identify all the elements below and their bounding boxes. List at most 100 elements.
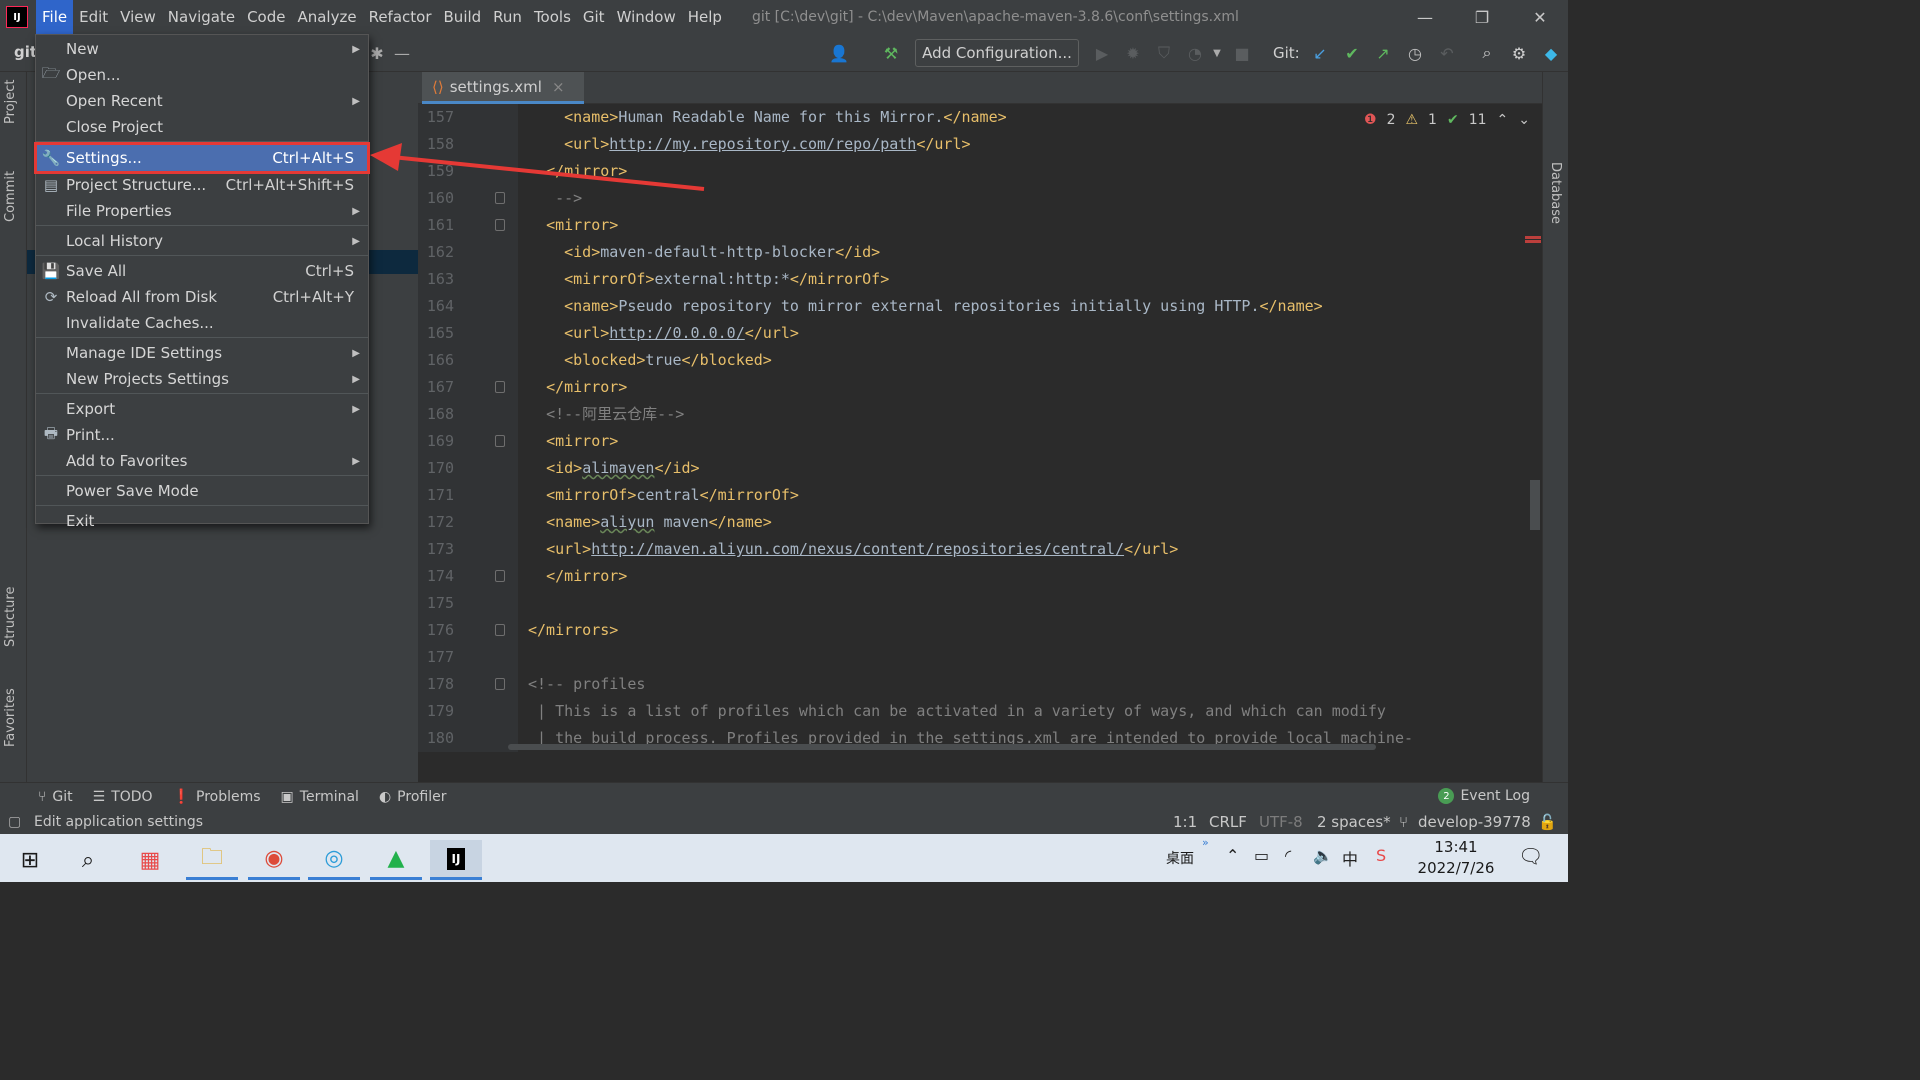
file-menu-item-manage-ide-settings[interactable]: Manage IDE Settings ▶	[36, 340, 368, 366]
run-icon[interactable]: ▶	[1091, 42, 1113, 64]
fold-marker-icon[interactable]	[495, 381, 505, 393]
menu-tools[interactable]: Tools	[528, 0, 577, 34]
menu-build[interactable]: Build	[438, 0, 488, 34]
file-menu-item-close-project[interactable]: Close Project	[36, 114, 368, 140]
stop-icon[interactable]: ■	[1231, 42, 1253, 64]
file-explorer-icon[interactable]: 🗀	[186, 840, 238, 880]
intellij-logo-icon[interactable]: IJ	[6, 6, 28, 28]
ime-indicator[interactable]: 中	[1342, 846, 1358, 870]
close-window-button[interactable]: ✕	[1512, 0, 1568, 34]
commit-tool-tab[interactable]: Commit	[3, 171, 18, 222]
toggle-tool-windows-icon[interactable]: ▢	[8, 814, 21, 830]
chat-app-icon[interactable]: ◎	[308, 840, 360, 880]
run-dropdown-icon[interactable]: ▼	[1206, 42, 1228, 64]
git-commit-icon[interactable]: ✔	[1341, 42, 1363, 64]
file-menu-item-print[interactable]: 🖶 Print...	[36, 422, 368, 448]
search-icon[interactable]: ⌕	[1476, 42, 1498, 64]
database-tool-tab[interactable]: Database	[1548, 162, 1563, 224]
restore-button[interactable]: ❐	[1454, 0, 1510, 34]
file-menu-item-exit[interactable]: Exit	[36, 508, 368, 534]
taskbar-search-icon[interactable]: ⌕	[62, 840, 114, 880]
file-encoding[interactable]: UTF-8	[1259, 813, 1303, 831]
menu-view[interactable]: View	[114, 0, 162, 34]
menu-run[interactable]: Run	[487, 0, 528, 34]
project-name[interactable]: git	[14, 43, 37, 61]
git-push-icon[interactable]: ↗	[1372, 42, 1394, 64]
chevron-down-icon[interactable]: ⌄	[1518, 112, 1530, 128]
horizontal-scrollbar[interactable]	[508, 744, 1376, 750]
store-app-icon[interactable]: ▦	[124, 840, 176, 880]
git-branch[interactable]: develop-39778	[1418, 813, 1531, 831]
history-icon[interactable]: ◷	[1404, 42, 1426, 64]
file-menu-item-open-recent[interactable]: Open Recent ▶	[36, 88, 368, 114]
profile-icon[interactable]: ◔	[1184, 42, 1206, 64]
file-menu-item-power-save-mode[interactable]: Power Save Mode	[36, 478, 368, 504]
structure-tool-tab[interactable]: Structure	[3, 587, 18, 647]
file-menu-item-open[interactable]: 🗁 Open...	[36, 62, 368, 88]
gear-icon[interactable]: ✱	[366, 42, 388, 64]
code-with-me-icon[interactable]: ◆	[1540, 42, 1562, 64]
battery-icon[interactable]: ▭	[1254, 846, 1269, 865]
collapse-icon[interactable]: —	[391, 42, 413, 64]
problems-tool-button[interactable]: ❗ Problems	[173, 789, 261, 805]
fold-marker-icon[interactable]	[495, 624, 505, 636]
file-menu-item-new-projects-settings[interactable]: New Projects Settings ▶	[36, 366, 368, 392]
windows-start-icon[interactable]: ⊞	[4, 840, 56, 880]
settings-gear-icon[interactable]: ⚙	[1508, 42, 1530, 64]
inspection-widget[interactable]: ❶ 2 ⚠ 1 ✔ 11 ⌃ ⌄	[1364, 112, 1530, 128]
file-menu-item-project-structure[interactable]: ▤ Project Structure... Ctrl+Alt+Shift+S	[36, 172, 368, 198]
tab-close-icon[interactable]: ×	[552, 78, 565, 96]
menu-git[interactable]: Git	[577, 0, 611, 34]
menu-analyze[interactable]: Analyze	[291, 0, 362, 34]
rollback-icon[interactable]: ↶	[1436, 42, 1458, 64]
terminal-tool-button[interactable]: ▣ Terminal	[281, 789, 359, 805]
minimize-button[interactable]: —	[1397, 0, 1453, 34]
coverage-icon[interactable]: ⛉	[1153, 42, 1175, 64]
file-menu-item-settings[interactable]: 🔧 Settings... Ctrl+Alt+S	[34, 142, 370, 174]
caret-position[interactable]: 1:1	[1173, 813, 1197, 831]
line-separator[interactable]: CRLF	[1209, 813, 1247, 831]
fold-marker-icon[interactable]	[495, 678, 505, 690]
menu-help[interactable]: Help	[682, 0, 728, 34]
vertical-scrollbar-thumb[interactable]	[1530, 480, 1540, 530]
file-menu-item-local-history[interactable]: Local History ▶	[36, 228, 368, 254]
fold-marker-icon[interactable]	[495, 570, 505, 582]
green-app-icon[interactable]: ▲	[370, 840, 422, 880]
fold-marker-icon[interactable]	[495, 219, 505, 231]
menu-code[interactable]: Code	[241, 0, 291, 34]
chevron-up-icon[interactable]: ⌃	[1497, 112, 1509, 128]
clock[interactable]: 13:41 2022/7/26	[1412, 837, 1500, 879]
file-menu-item-add-to-favorites[interactable]: Add to Favorites ▶	[36, 448, 368, 474]
file-menu-item-new[interactable]: New ▶	[36, 36, 368, 62]
chevron-up-icon[interactable]: ⌃	[1226, 846, 1239, 865]
project-tool-tab[interactable]: Project	[3, 80, 18, 124]
profiler-tool-button[interactable]: ◐ Profiler	[379, 789, 447, 805]
error-stripe-marker[interactable]	[1525, 236, 1541, 239]
code-editor[interactable]: 157 <name>Human Readable Name for this M…	[418, 104, 1542, 752]
file-menu-item-reload-all-from-disk[interactable]: ⟳ Reload All from Disk Ctrl+Alt+Y	[36, 284, 368, 310]
event-log-button[interactable]: 2 Event Log	[1438, 788, 1530, 804]
menu-navigate[interactable]: Navigate	[162, 0, 241, 34]
sogou-icon[interactable]: S	[1376, 846, 1386, 865]
tab-settings-xml[interactable]: ⟨⟩ settings.xml ×	[422, 72, 584, 104]
toolbar-expand-icon[interactable]: »	[1202, 836, 1209, 849]
fold-marker-icon[interactable]	[495, 192, 505, 204]
file-menu-item-export[interactable]: Export ▶	[36, 396, 368, 422]
debug-icon[interactable]: ✹	[1122, 42, 1144, 64]
notification-icon[interactable]: 🗨	[1518, 844, 1543, 868]
menu-window[interactable]: Window	[611, 0, 682, 34]
intellij-taskbar-icon[interactable]: IJ	[430, 840, 482, 880]
wifi-icon[interactable]: ◜	[1285, 846, 1291, 865]
chrome-icon[interactable]: ◉	[248, 840, 300, 880]
user-icon[interactable]: 👤	[828, 42, 850, 64]
volume-icon[interactable]: 🔈	[1313, 846, 1333, 865]
git-tool-button[interactable]: ⑂ Git	[38, 789, 73, 805]
todo-tool-button[interactable]: ☰ TODO	[93, 789, 153, 805]
add-configuration-button[interactable]: Add Configuration...	[915, 39, 1079, 67]
git-update-icon[interactable]: ↙	[1309, 42, 1331, 64]
file-menu-item-invalidate-caches[interactable]: Invalidate Caches...	[36, 310, 368, 336]
menu-edit[interactable]: Edit	[73, 0, 114, 34]
lock-icon[interactable]: 🔓	[1538, 813, 1557, 831]
favorites-tool-tab[interactable]: Favorites	[3, 688, 18, 747]
menu-refactor[interactable]: Refactor	[363, 0, 438, 34]
